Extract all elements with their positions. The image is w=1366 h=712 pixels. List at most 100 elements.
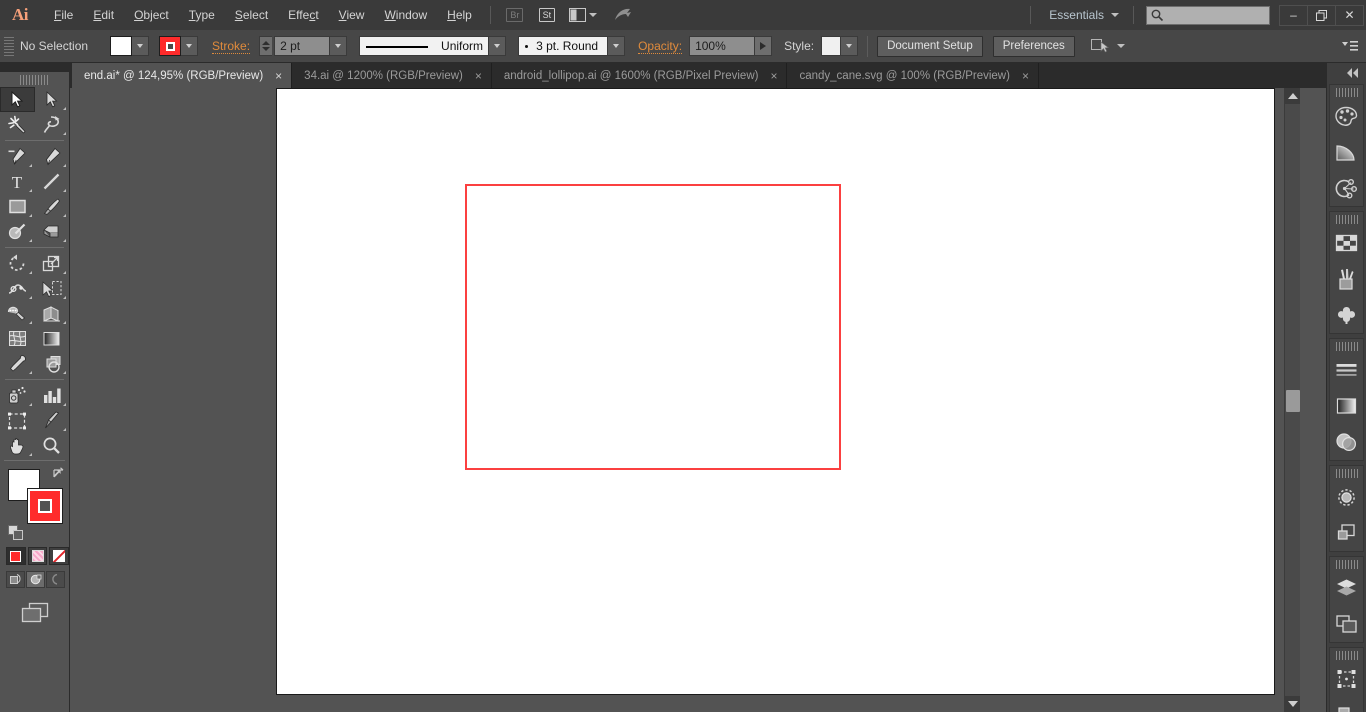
graphic-style-dropdown-button[interactable] — [841, 36, 859, 56]
zoom-tool[interactable] — [35, 433, 70, 458]
menu-select[interactable]: Select — [225, 0, 278, 30]
color-guide-panel-icon[interactable] — [1330, 134, 1363, 170]
symbols-panel-icon[interactable] — [1330, 297, 1363, 333]
document-canvas[interactable] — [70, 88, 1300, 712]
dock-group-grip[interactable] — [1335, 342, 1358, 351]
dock-group-grip[interactable] — [1335, 469, 1358, 478]
gradient-mode-button[interactable] — [27, 547, 48, 565]
hand-tool[interactable] — [0, 433, 35, 458]
stroke-weight-control[interactable]: 2 pt — [259, 36, 348, 56]
eyedropper-tool[interactable] — [0, 351, 35, 376]
shape-builder-merge-tool[interactable] — [0, 301, 35, 326]
transform-panel-icon[interactable] — [1330, 661, 1363, 697]
scale-tool[interactable] — [35, 251, 70, 276]
graphic-style-swatch[interactable] — [821, 36, 842, 56]
gradient-panel-icon[interactable] — [1330, 388, 1363, 424]
minimize-button[interactable]: – — [1279, 4, 1308, 26]
rotate-tool[interactable] — [0, 251, 35, 276]
gradient-tool[interactable] — [35, 326, 70, 351]
select-similar-objects-control[interactable] — [1090, 39, 1125, 53]
dock-group-grip[interactable] — [1335, 560, 1358, 569]
stroke-swatch[interactable] — [159, 36, 182, 56]
close-icon[interactable]: × — [275, 70, 282, 82]
artboards-panel-icon[interactable] — [1330, 606, 1363, 642]
workspace-switcher[interactable]: Essentials — [1039, 8, 1125, 22]
draw-inside-button[interactable] — [46, 571, 65, 588]
collapse-panels-button[interactable] — [1327, 63, 1366, 82]
stroke-label[interactable]: Stroke: — [212, 39, 251, 54]
opacity-control[interactable]: 100% — [689, 36, 773, 56]
opacity-label[interactable]: Opacity: — [638, 39, 683, 54]
layers-panel-icon[interactable] — [1330, 570, 1363, 606]
arrange-documents-icon[interactable] — [566, 4, 600, 26]
brush-definition-value[interactable]: 3 pt. Round — [518, 36, 609, 56]
close-icon[interactable]: × — [1022, 70, 1029, 82]
default-fill-stroke-icon[interactable] — [8, 525, 24, 541]
document-tab-candy-cane-svg[interactable]: candy_cane.svg @ 100% (RGB/Preview) × — [787, 63, 1039, 88]
mesh-tool[interactable] — [0, 326, 35, 351]
scrollbar-thumb[interactable] — [1286, 390, 1300, 412]
close-icon[interactable]: × — [770, 70, 777, 82]
stroke-weight-dropdown-button[interactable] — [330, 36, 348, 56]
menu-view[interactable]: View — [329, 0, 375, 30]
graphic-styles-panel-icon[interactable] — [1330, 515, 1363, 551]
close-icon[interactable]: × — [475, 70, 482, 82]
document-tab-end-ai[interactable]: end.ai* @ 124,95% (RGB/Preview) × — [72, 63, 293, 88]
width-tool[interactable] — [0, 276, 35, 301]
behance-share-icon[interactable] — [606, 4, 640, 26]
eraser-tool[interactable] — [35, 219, 70, 244]
opacity-input[interactable]: 100% — [689, 36, 756, 56]
stroke-profile-dropdown-button[interactable] — [489, 36, 507, 56]
line-segment-tool[interactable] — [35, 169, 70, 194]
stroke-weight-stepper[interactable] — [259, 36, 273, 56]
swap-fill-stroke-icon[interactable] — [52, 467, 66, 480]
transparency-panel-icon[interactable] — [1330, 424, 1363, 460]
rectangle-tool[interactable] — [0, 194, 35, 219]
artboard[interactable] — [276, 88, 1275, 695]
scroll-down-button[interactable] — [1285, 696, 1300, 712]
dock-group-grip[interactable] — [1335, 215, 1358, 224]
menu-file[interactable]: File — [44, 0, 83, 30]
free-transform-tool[interactable] — [35, 276, 70, 301]
edit-colors-panel-icon[interactable] — [1330, 170, 1363, 206]
menu-help[interactable]: Help — [437, 0, 482, 30]
stroke-profile-value[interactable]: Uniform — [359, 36, 490, 56]
bridge-icon[interactable]: Br — [502, 4, 528, 26]
graphic-style-control[interactable] — [821, 36, 859, 56]
document-tab-34-ai[interactable]: 34.ai @ 1200% (RGB/Preview) × — [292, 63, 492, 88]
draw-behind-button[interactable] — [26, 571, 45, 588]
direct-selection-tool[interactable] — [35, 87, 70, 112]
menu-edit[interactable]: Edit — [83, 0, 124, 30]
fill-swatch[interactable] — [110, 36, 133, 56]
stroke-color-control[interactable] — [159, 36, 199, 56]
symbol-sprayer-tool[interactable] — [0, 383, 35, 408]
dock-group-grip[interactable] — [1335, 651, 1358, 660]
stroke-weight-input[interactable]: 2 pt — [274, 36, 331, 56]
slice-tool[interactable] — [35, 408, 70, 433]
canvas-vertical-scrollbar[interactable] — [1284, 88, 1300, 712]
artboard-tool[interactable] — [0, 408, 35, 433]
add-anchor-point-tool[interactable] — [35, 144, 70, 169]
draw-normal-button[interactable] — [6, 571, 25, 588]
rectangle-shape[interactable] — [465, 184, 841, 470]
document-tab-android-lollipop-ai[interactable]: android_lollipop.ai @ 1600% (RGB/Pixel P… — [491, 63, 788, 88]
none-mode-button[interactable] — [49, 547, 70, 565]
preferences-button[interactable]: Preferences — [992, 35, 1075, 57]
menu-window[interactable]: Window — [374, 0, 437, 30]
brush-definition-dropdown-button[interactable] — [608, 36, 626, 56]
swatches-panel-icon[interactable] — [1330, 225, 1363, 261]
pathfinder-panel-icon[interactable] — [1330, 697, 1363, 712]
menu-object[interactable]: Object — [124, 0, 179, 30]
control-bar-grip[interactable] — [4, 36, 14, 56]
appearance-panel-icon[interactable] — [1330, 479, 1363, 515]
magic-wand-tool[interactable] — [0, 112, 35, 137]
fill-color-control[interactable] — [110, 36, 150, 56]
opacity-flyout-button[interactable] — [755, 36, 773, 56]
restore-button[interactable] — [1307, 4, 1336, 26]
toolbar-stroke-swatch[interactable] — [27, 488, 63, 524]
perspective-grid-tool[interactable] — [35, 301, 70, 326]
control-panel-menu-button[interactable] — [1342, 40, 1358, 52]
stroke-profile-control[interactable]: Uniform — [359, 36, 507, 56]
brush-definition-control[interactable]: 3 pt. Round — [518, 36, 626, 56]
pen-tool[interactable] — [0, 144, 35, 169]
